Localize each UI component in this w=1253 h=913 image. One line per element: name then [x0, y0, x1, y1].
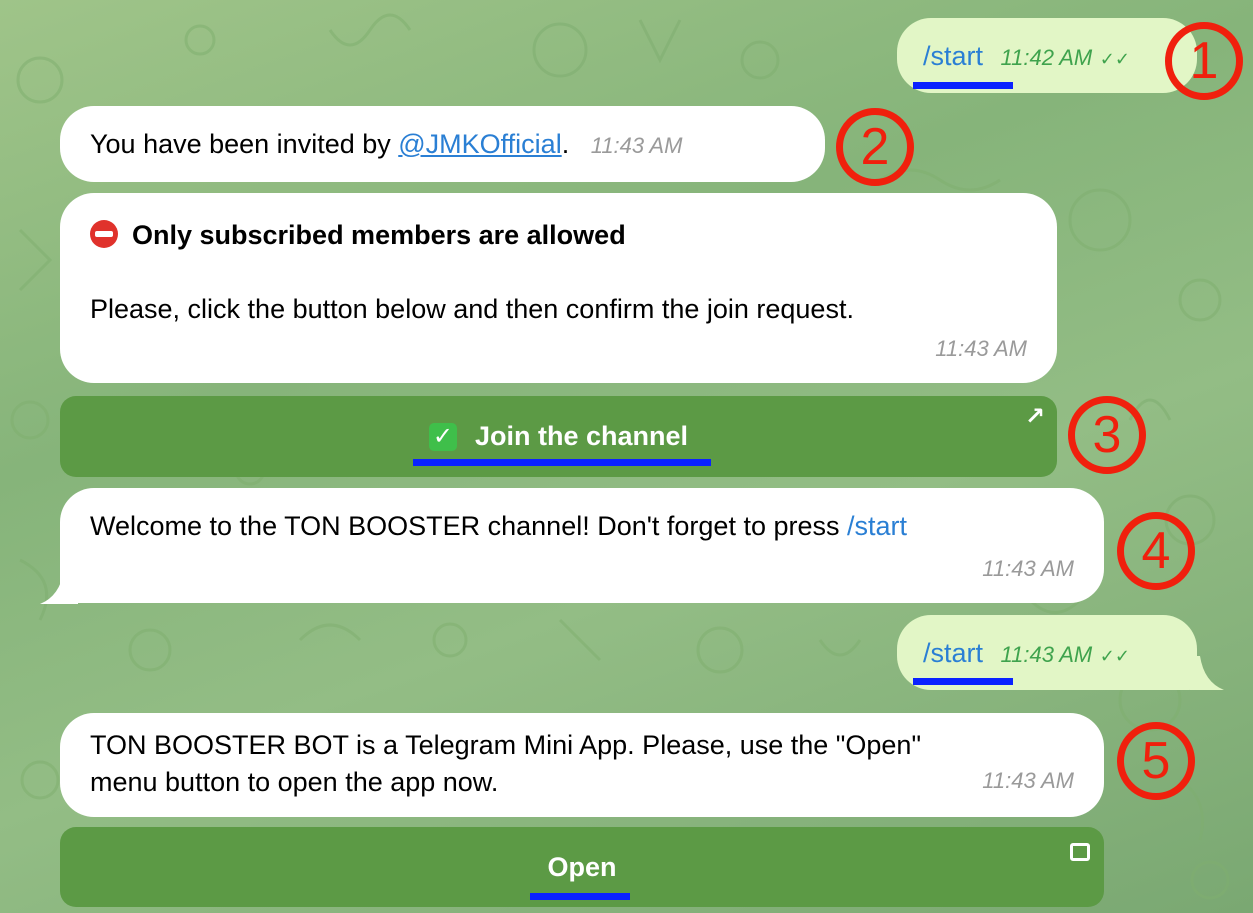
button-label: Open: [547, 851, 617, 882]
mini-app-icon: [1070, 843, 1090, 861]
message-time: 11:43 AM: [1000, 642, 1093, 667]
bubble-tail: [1190, 656, 1224, 690]
highlight-underline: [913, 678, 1013, 685]
button-label: Join the channel: [474, 421, 689, 451]
message-time: 11:43 AM: [982, 768, 1074, 793]
message-command[interactable]: /start: [923, 638, 983, 668]
read-checkmarks-icon: ✓✓: [1099, 49, 1130, 69]
incoming-message-subscribe: Only subscribed members are allowed Plea…: [60, 193, 1057, 383]
incoming-message-welcome: Welcome to the TON BOOSTER channel! Don'…: [60, 488, 1104, 603]
message-body: Please, click the button below and then …: [90, 294, 854, 324]
external-link-icon: ↗: [1024, 403, 1045, 430]
message-command[interactable]: /start: [923, 41, 983, 71]
bubble-tail: [40, 570, 78, 604]
check-icon: ✓: [428, 422, 457, 451]
read-checkmarks-icon: ✓✓: [1099, 646, 1130, 666]
annotation-5: 5: [1117, 722, 1195, 800]
message-time: 11:43 AM: [590, 133, 683, 158]
message-line-1: TON BOOSTER BOT is a Telegram Mini App. …: [90, 730, 922, 760]
message-text-suffix: .: [561, 129, 570, 159]
message-time: 11:42 AM: [1000, 45, 1093, 70]
annotation-4: 4: [1117, 512, 1195, 590]
message-line-2: menu button to open the app now.: [90, 767, 499, 797]
annotation-2: 2: [836, 108, 914, 186]
highlight-underline: [913, 82, 1013, 89]
message-time: 11:43 AM: [982, 556, 1074, 581]
start-command-link[interactable]: /start: [847, 511, 907, 541]
message-text: Welcome to the TON BOOSTER channel! Don'…: [90, 511, 847, 541]
no-entry-icon: [90, 220, 118, 248]
mention-link[interactable]: @JMKOfficial: [398, 129, 561, 159]
incoming-message-mini-app: TON BOOSTER BOT is a Telegram Mini App. …: [60, 713, 1104, 817]
message-title: Only subscribed members are allowed: [132, 220, 626, 250]
message-text: You have been invited by: [90, 129, 399, 159]
highlight-underline: [530, 893, 630, 900]
message-title-row: Only subscribed members are allowed: [90, 217, 1027, 254]
highlight-underline: [413, 459, 711, 466]
annotation-1: 1: [1165, 22, 1243, 100]
incoming-message-invite: You have been invited by @JMKOfficial. 1…: [60, 106, 825, 182]
message-time: 11:43 AM: [935, 336, 1027, 361]
annotation-3: 3: [1068, 396, 1146, 474]
